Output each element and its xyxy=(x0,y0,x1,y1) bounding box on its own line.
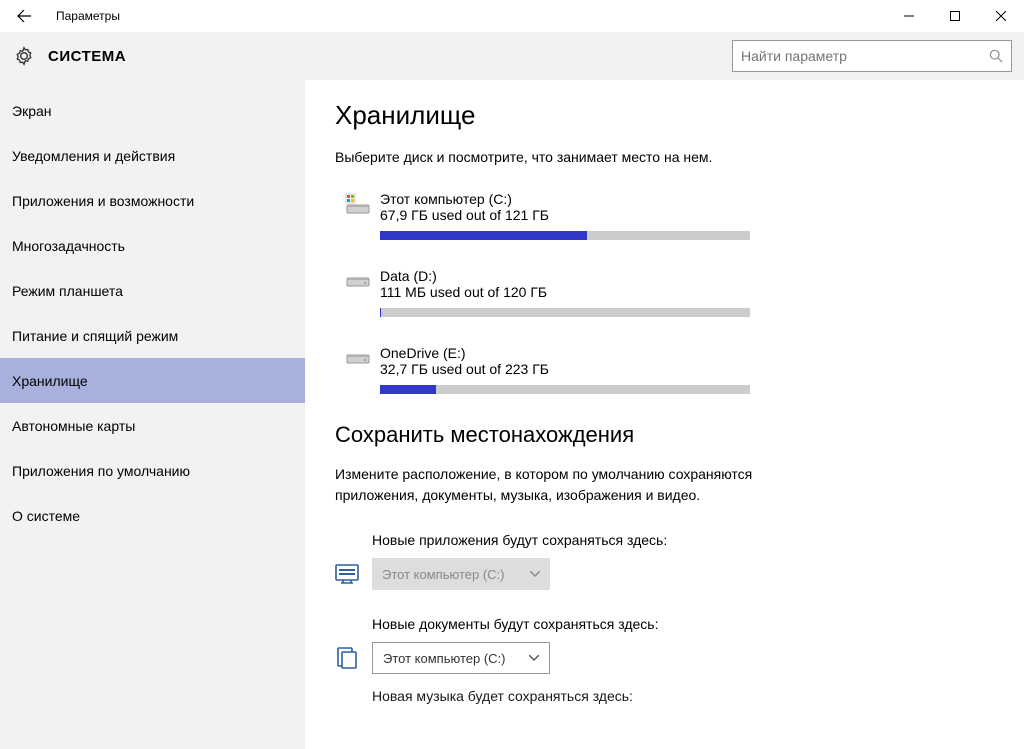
sidebar-item-notifications[interactable]: Уведомления и действия xyxy=(0,133,305,178)
drive-bar xyxy=(380,385,750,394)
save-label-cutoff: Новая музыка будет сохраняться здесь: xyxy=(372,688,994,704)
sidebar-item-label: О системе xyxy=(12,508,80,524)
drive-name: Data (D:) xyxy=(380,268,994,284)
sidebar-item-multitasking[interactable]: Многозадачность xyxy=(0,223,305,268)
drive-bar-fill xyxy=(380,385,436,394)
dropdown-value: Этот компьютер (C:) xyxy=(383,651,505,666)
drive-row-c[interactable]: Этот компьютер (C:) 67,9 ГБ used out of … xyxy=(335,191,994,240)
minimize-button[interactable] xyxy=(886,0,932,32)
close-icon xyxy=(996,11,1006,21)
drive-bar xyxy=(380,308,750,317)
header-bar: СИСТЕМА xyxy=(0,32,1024,80)
maximize-button[interactable] xyxy=(932,0,978,32)
save-locations-title: Сохранить местонахождения xyxy=(335,422,994,448)
sidebar-item-power-sleep[interactable]: Питание и спящий режим xyxy=(0,313,305,358)
sidebar-item-label: Приложения и возможности xyxy=(12,193,194,209)
documents-icon xyxy=(335,647,372,669)
sidebar-item-label: Многозадачность xyxy=(12,238,125,254)
storage-description: Выберите диск и посмотрите, что занимает… xyxy=(335,149,994,165)
titlebar: Параметры xyxy=(0,0,1024,32)
sidebar-item-offline-maps[interactable]: Автономные карты xyxy=(0,403,305,448)
sidebar-item-apps-features[interactable]: Приложения и возможности xyxy=(0,178,305,223)
sidebar-item-label: Режим планшета xyxy=(12,283,123,299)
chevron-down-icon xyxy=(530,571,540,577)
sidebar-item-label: Хранилище xyxy=(12,373,88,389)
documents-location-dropdown[interactable]: Этот компьютер (C:) xyxy=(372,642,550,674)
sidebar: Экран Уведомления и действия Приложения … xyxy=(0,80,305,749)
drive-row-e[interactable]: OneDrive (E:) 32,7 ГБ used out of 223 ГБ xyxy=(335,345,994,394)
search-icon xyxy=(989,49,1003,63)
drive-hdd-icon xyxy=(335,345,380,371)
main-content: Хранилище Выберите диск и посмотрите, чт… xyxy=(305,80,1024,749)
search-box[interactable] xyxy=(732,40,1012,72)
drive-system-icon xyxy=(335,191,380,217)
drive-bar xyxy=(380,231,750,240)
back-button[interactable] xyxy=(0,0,48,32)
sidebar-item-label: Уведомления и действия xyxy=(12,148,175,164)
minimize-icon xyxy=(904,11,914,21)
search-input[interactable] xyxy=(741,48,989,64)
drive-usage: 67,9 ГБ used out of 121 ГБ xyxy=(380,207,994,223)
apps-icon xyxy=(335,563,372,585)
drive-row-d[interactable]: Data (D:) 111 МБ used out of 120 ГБ xyxy=(335,268,994,317)
sidebar-item-label: Экран xyxy=(12,103,52,119)
sidebar-item-tablet-mode[interactable]: Режим планшета xyxy=(0,268,305,313)
drive-hdd-icon xyxy=(335,268,380,294)
section-title: СИСТЕМА xyxy=(48,48,126,65)
drive-name: OneDrive (E:) xyxy=(380,345,994,361)
maximize-icon xyxy=(950,11,960,21)
sidebar-item-display[interactable]: Экран xyxy=(0,88,305,133)
drive-usage: 32,7 ГБ used out of 223 ГБ xyxy=(380,361,994,377)
page-title: Хранилище xyxy=(335,100,994,131)
drive-name: Этот компьютер (C:) xyxy=(380,191,994,207)
settings-icon xyxy=(12,44,36,68)
window-title: Параметры xyxy=(48,9,120,23)
sidebar-item-about[interactable]: О системе xyxy=(0,493,305,538)
save-label: Новые документы будут сохраняться здесь: xyxy=(372,616,994,632)
arrow-left-icon xyxy=(16,8,32,24)
sidebar-item-default-apps[interactable]: Приложения по умолчанию xyxy=(0,448,305,493)
drive-usage: 111 МБ used out of 120 ГБ xyxy=(380,284,994,300)
save-label: Новые приложения будут сохраняться здесь… xyxy=(372,532,994,548)
sidebar-item-storage[interactable]: Хранилище xyxy=(0,358,305,403)
apps-location-dropdown[interactable]: Этот компьютер (C:) xyxy=(372,558,550,590)
chevron-down-icon xyxy=(529,655,539,661)
sidebar-item-label: Автономные карты xyxy=(12,418,135,434)
save-locations-description: Измените расположение, в котором по умол… xyxy=(335,464,765,506)
drive-bar-fill xyxy=(380,231,587,240)
sidebar-item-label: Питание и спящий режим xyxy=(12,328,178,344)
drive-bar-fill xyxy=(380,308,381,317)
dropdown-value: Этот компьютер (C:) xyxy=(382,567,504,582)
save-row-apps: Новые приложения будут сохраняться здесь… xyxy=(335,532,994,590)
close-button[interactable] xyxy=(978,0,1024,32)
save-row-documents: Новые документы будут сохраняться здесь:… xyxy=(335,616,994,674)
sidebar-item-label: Приложения по умолчанию xyxy=(12,463,190,479)
